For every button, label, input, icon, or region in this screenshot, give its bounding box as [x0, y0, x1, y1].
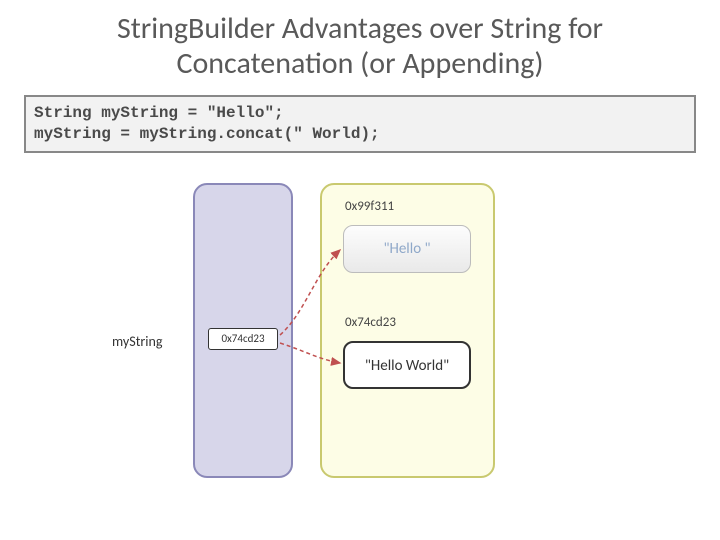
heap-address-old: 0x99f311 [345, 199, 394, 214]
memory-diagram: myString 0x74cd23 0x99f311 "Hello " 0x74… [0, 153, 720, 513]
heap-object-new: "Hello World" [343, 341, 471, 389]
code-snippet: String myString = "Hello"; myString = my… [24, 95, 696, 153]
heap-object-old: "Hello " [343, 225, 471, 273]
heap-address-new: 0x74cd23 [345, 315, 396, 330]
variable-label: myString [112, 333, 162, 350]
pointer-value-box: 0x74cd23 [208, 328, 278, 350]
slide-title: StringBuilder Advantages over String for… [0, 0, 720, 89]
